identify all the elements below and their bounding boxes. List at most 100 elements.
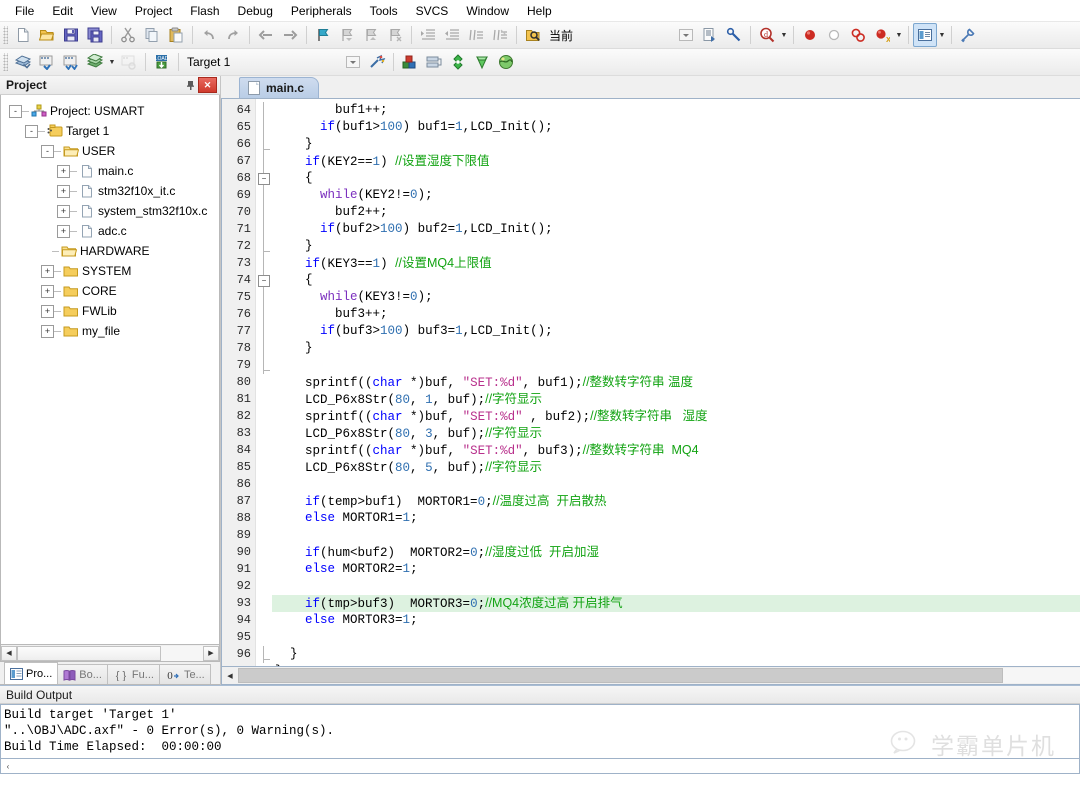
code-line[interactable]: if(buf3>100) buf3=1,LCD_Init(); [272, 323, 1080, 340]
download-icon[interactable]: LOAD [150, 50, 174, 74]
open-file-icon[interactable] [35, 23, 59, 47]
code-line[interactable]: buf1++; [272, 102, 1080, 119]
disable-breakpoint-icon[interactable] [822, 23, 846, 47]
close-icon[interactable]: ✕ [198, 77, 217, 93]
target-dropdown-arrow[interactable] [341, 50, 365, 74]
expand-toggle-icon[interactable]: + [41, 264, 54, 278]
chevron-down-icon[interactable]: ▼ [107, 51, 117, 73]
code-line[interactable] [272, 476, 1080, 493]
panel-tab-pro[interactable]: Pro... [4, 662, 59, 684]
code-line[interactable]: while(KEY3!=0); [272, 289, 1080, 306]
code-view[interactable]: 64 65 66 67 68 69 70 71 72 73 74 75 76 77 78 79 80 81 82 83… [221, 98, 1080, 667]
rebuild-all-icon[interactable] [59, 50, 83, 74]
panel-tab-te[interactable]: 0 Te... [158, 664, 211, 684]
manage-windows-icon[interactable] [913, 23, 937, 47]
tree-item-core[interactable]: + CORE [1, 281, 219, 301]
outdent-icon[interactable] [440, 23, 464, 47]
navigate-back-icon[interactable] [254, 23, 278, 47]
expand-toggle-icon[interactable]: + [57, 204, 70, 218]
code-line[interactable]: while(KEY2!=0); [272, 187, 1080, 204]
menu-item-project[interactable]: Project [126, 2, 181, 20]
code-line[interactable] [272, 527, 1080, 544]
disable-all-breakpoints-icon[interactable]: x [870, 23, 894, 47]
navigate-forward-icon[interactable] [278, 23, 302, 47]
menu-item-flash[interactable]: Flash [181, 2, 228, 20]
kill-breakpoints-icon[interactable] [846, 23, 870, 47]
code-line[interactable] [272, 629, 1080, 646]
panel-tab-bo[interactable]: Bo... [57, 664, 108, 684]
code-folding-column[interactable]: − − [256, 99, 272, 666]
save-all-icon[interactable] [83, 23, 107, 47]
target-options-icon[interactable] [365, 50, 389, 74]
code-line[interactable]: } [272, 646, 1080, 663]
build-output-text[interactable]: Build target 'Target 1' "..\OBJ\ADC.axf" … [0, 704, 1080, 759]
configure-icon[interactable] [722, 23, 746, 47]
configuration-wizard-icon[interactable] [956, 23, 980, 47]
paste-icon[interactable] [164, 23, 188, 47]
tree-item-fwlib[interactable]: + FWLib [1, 301, 219, 321]
fold-collapse-icon[interactable]: − [258, 173, 270, 185]
code-line[interactable]: LCD_P6x8Str(80, 3, buf);//字符显示 [272, 425, 1080, 442]
target-selector-value[interactable]: Target 1 [183, 55, 341, 69]
expand-toggle-icon[interactable]: + [57, 224, 70, 238]
insert-file-icon[interactable] [698, 23, 722, 47]
toolbar-grip[interactable] [3, 26, 8, 44]
tree-item-adc-c[interactable]: + adc.c [1, 221, 219, 241]
code-line[interactable]: if(buf2>100) buf2=1,LCD_Init(); [272, 221, 1080, 238]
pin-icon[interactable] [182, 78, 198, 93]
collapse-toggle-icon[interactable]: - [41, 144, 54, 158]
scroll-thumb[interactable] [238, 668, 1003, 683]
scroll-right-arrow[interactable]: ▶ [203, 645, 219, 661]
tree-item-system-stm32f10x-c[interactable]: + system_stm32f10x.c [1, 201, 219, 221]
chevron-down-icon[interactable]: ▼ [937, 24, 947, 46]
menu-item-edit[interactable]: Edit [43, 2, 82, 20]
code-line[interactable]: sprintf((char *)buf, "SET:%d" , buf2);//… [272, 408, 1080, 425]
tree-item-user[interactable]: - USER [1, 141, 219, 161]
components-icon[interactable] [494, 50, 518, 74]
bookmark-clear-icon[interactable] [383, 23, 407, 47]
collapse-toggle-icon[interactable]: - [25, 124, 38, 138]
code-line[interactable]: } [272, 238, 1080, 255]
code-line[interactable]: buf3++; [272, 306, 1080, 323]
chevron-down-icon[interactable]: ▼ [779, 24, 789, 46]
indent-icon[interactable] [416, 23, 440, 47]
code-line[interactable]: } [272, 340, 1080, 357]
code-line[interactable]: if(KEY2==1) //设置湿度下限值 [272, 153, 1080, 170]
save-icon[interactable] [59, 23, 83, 47]
project-hscrollbar[interactable]: ◀ ▶ [0, 645, 220, 662]
code-line[interactable]: buf2++; [272, 204, 1080, 221]
code-line[interactable] [272, 578, 1080, 595]
code-line[interactable]: if(buf1>100) buf1=1,LCD_Init(); [272, 119, 1080, 136]
tree-item-system[interactable]: + SYSTEM [1, 261, 219, 281]
collapse-toggle-icon[interactable]: - [9, 104, 22, 118]
bookmark-toggle-icon[interactable] [311, 23, 335, 47]
comment-icon[interactable] [464, 23, 488, 47]
menu-item-help[interactable]: Help [518, 2, 561, 20]
expand-toggle-icon[interactable]: + [57, 184, 70, 198]
scroll-thumb[interactable] [17, 645, 161, 661]
scroll-left-arrow[interactable]: ‹ [1, 760, 15, 773]
manage-project-items-icon[interactable] [470, 50, 494, 74]
toolbar-grip[interactable] [3, 53, 8, 71]
editor-hscrollbar[interactable]: ◀ [221, 667, 1080, 685]
find-in-files-icon[interactable] [521, 23, 545, 47]
copy-icon[interactable] [140, 23, 164, 47]
cut-icon[interactable] [116, 23, 140, 47]
code-line[interactable]: LCD_P6x8Str(80, 5, buf);//字符显示 [272, 459, 1080, 476]
code-line[interactable]: } [272, 136, 1080, 153]
multi-project-icon[interactable] [422, 50, 446, 74]
manage-run-time-icon[interactable] [398, 50, 422, 74]
stop-build-icon[interactable] [117, 50, 141, 74]
menu-item-peripherals[interactable]: Peripherals [282, 2, 361, 20]
fold-collapse-icon[interactable]: − [258, 275, 270, 287]
batch-build-icon[interactable] [83, 50, 107, 74]
menu-item-svcs[interactable]: SVCS [407, 2, 458, 20]
code-line[interactable]: if(temp>buf1) MORTOR1=0;//温度过高 开启散热 [272, 493, 1080, 510]
tree-item-stm32f10x-it-c[interactable]: + stm32f10x_it.c [1, 181, 219, 201]
menu-item-window[interactable]: Window [457, 2, 518, 20]
chevron-down-icon[interactable]: ▼ [894, 24, 904, 46]
fold-marker[interactable]: − [256, 272, 272, 289]
menu-item-tools[interactable]: Tools [361, 2, 407, 20]
bookmark-next-icon[interactable] [359, 23, 383, 47]
scroll-left-arrow[interactable]: ◀ [222, 668, 238, 683]
